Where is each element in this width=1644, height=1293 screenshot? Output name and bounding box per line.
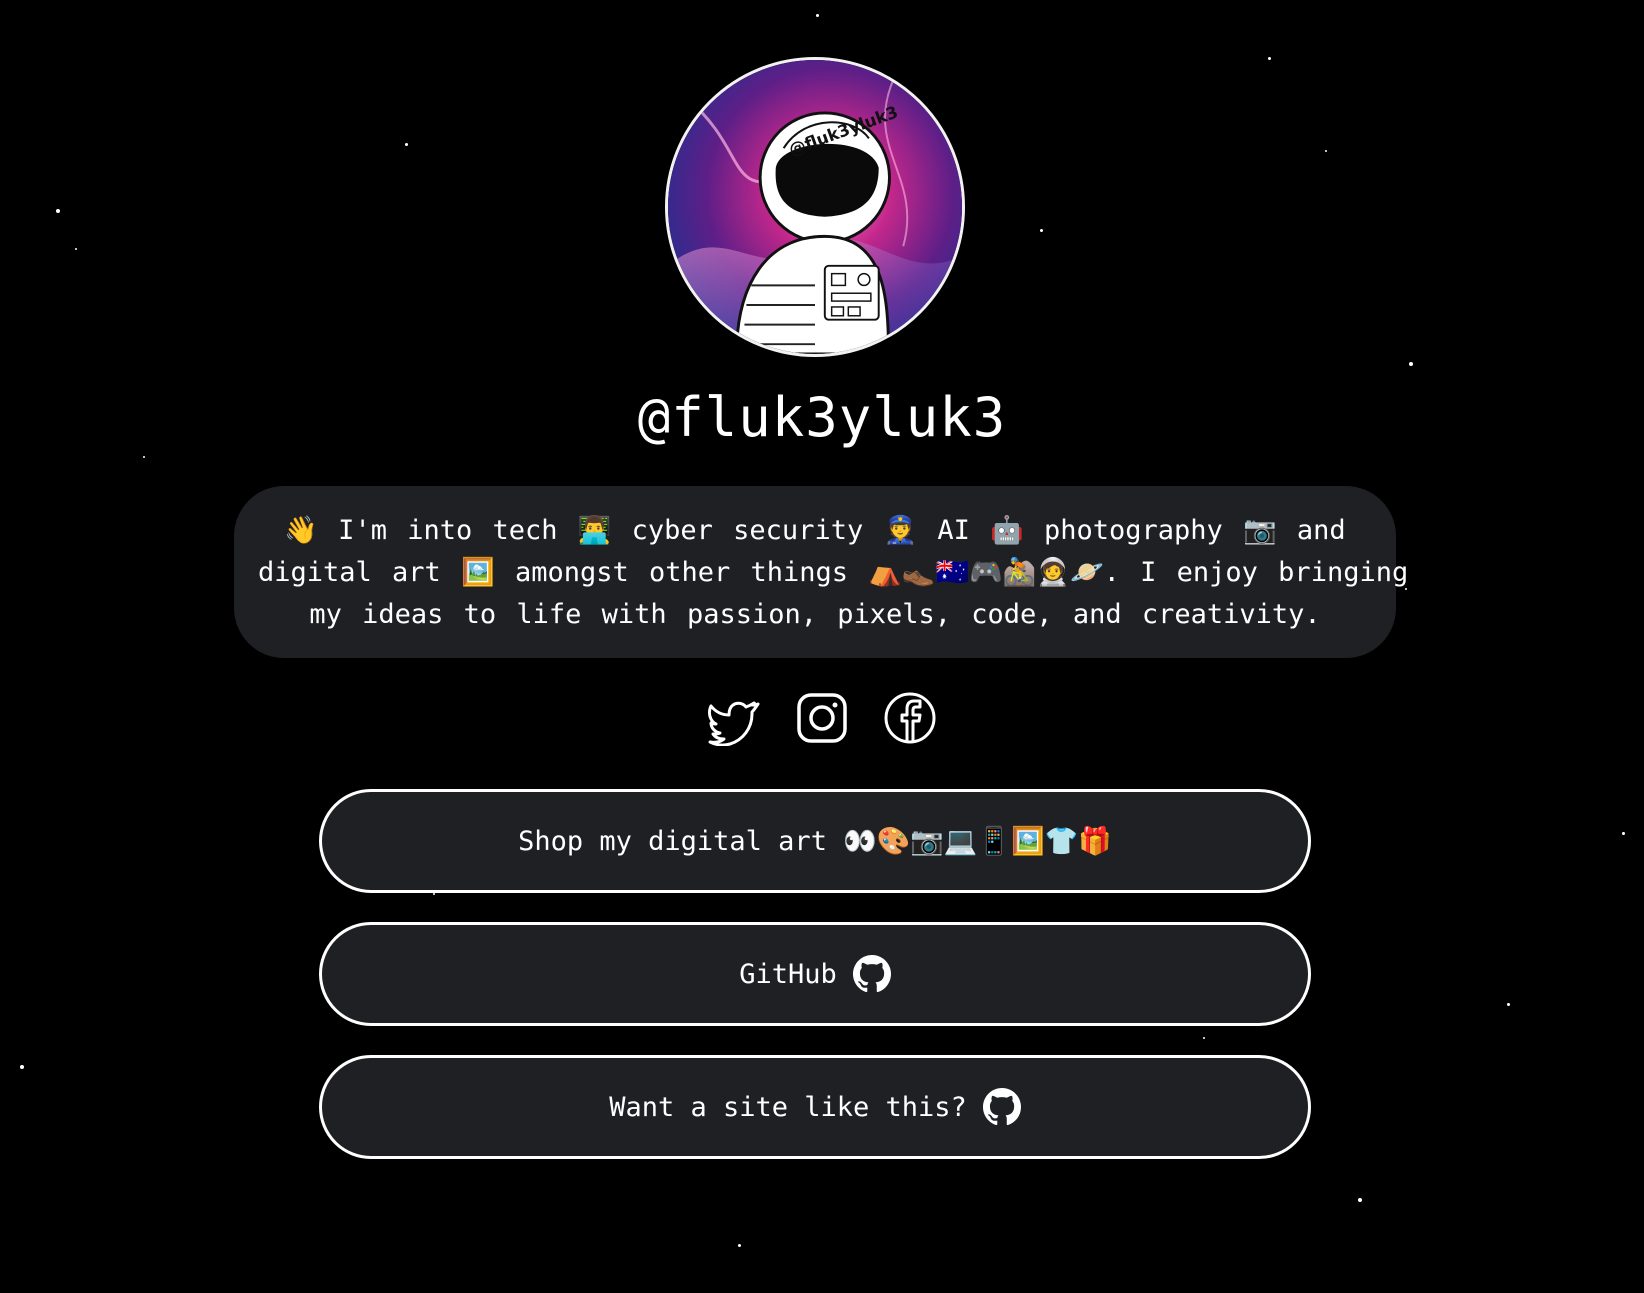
profile-handle: @fluk3yluk3 — [637, 386, 1007, 449]
github-icon — [982, 1088, 1021, 1126]
star — [75, 248, 77, 250]
star — [1622, 832, 1625, 835]
star — [1358, 1198, 1362, 1202]
star — [738, 1244, 741, 1247]
site-label: Want a site like this? — [609, 1091, 967, 1123]
instagram-link[interactable] — [794, 690, 850, 746]
github-icon — [852, 955, 891, 993]
facebook-link[interactable] — [882, 690, 938, 746]
bio-card: 👋 I'm into tech 👨‍💻 cyber security 👮 AI … — [234, 486, 1409, 658]
star — [1325, 150, 1327, 152]
twitter-icon — [708, 701, 760, 746]
profile-page: @fluk3yluk3 @fluk3yluk3 👋 I'm into tech … — [0, 0, 1644, 1293]
github-label: GitHub — [739, 958, 837, 990]
star — [1268, 57, 1271, 60]
astronaut-avatar-icon: @fluk3yluk3 — [668, 60, 962, 354]
star — [1507, 1003, 1510, 1006]
bio-line: my ideas to life with passion, pixels, c… — [309, 599, 1321, 630]
star — [816, 14, 819, 17]
bio-line: digital art 🖼️ amongst other things ⛺👞🇦🇺… — [258, 557, 1409, 588]
star — [405, 143, 408, 146]
github-button[interactable]: GitHub — [319, 922, 1311, 1026]
star — [1405, 588, 1407, 590]
instagram-icon — [797, 693, 847, 743]
star — [1040, 229, 1043, 232]
star — [1203, 1037, 1205, 1039]
social-links — [0, 690, 1644, 746]
shop-label: Shop my digital art — [518, 825, 827, 857]
shop-digital-art-button[interactable]: Shop my digital art 👀🎨📷💻📱🖼️👕🎁 — [319, 789, 1311, 893]
facebook-icon — [884, 692, 936, 744]
star — [433, 893, 435, 895]
star — [56, 209, 60, 213]
bio-line: 👋 I'm into tech 👨‍💻 cyber security 👮 AI … — [284, 515, 1346, 546]
star — [20, 1065, 24, 1069]
twitter-link[interactable] — [706, 690, 762, 746]
shop-emoji: 👀🎨📷💻📱🖼️👕🎁 — [842, 826, 1112, 857]
star — [1409, 362, 1413, 366]
avatar: @fluk3yluk3 — [665, 57, 965, 357]
want-a-site-button[interactable]: Want a site like this? — [319, 1055, 1311, 1159]
